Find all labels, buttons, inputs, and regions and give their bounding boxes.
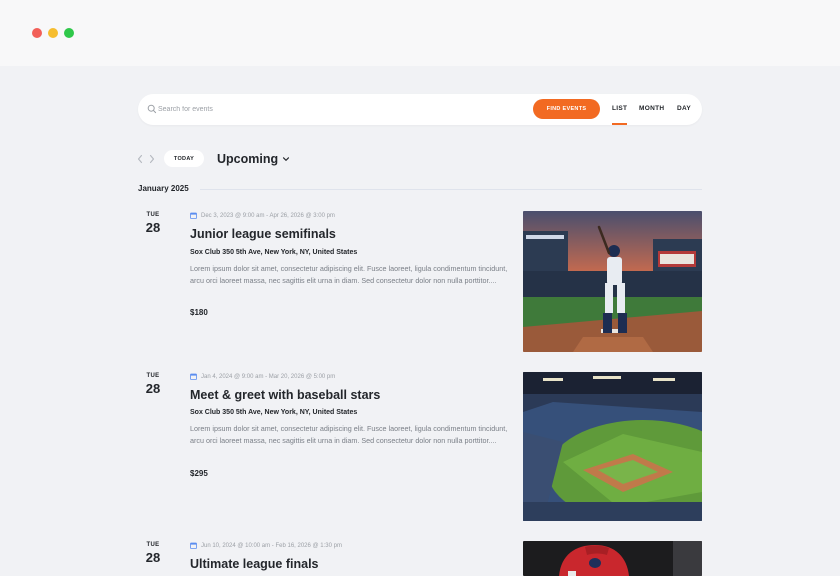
event-day-of-week: TUE [146, 212, 160, 218]
event-date-range: Jun 10, 2024 @ 10:00 am - Feb 16, 2026 @… [190, 542, 342, 549]
upcoming-range-dropdown[interactable]: Upcoming [217, 150, 290, 168]
maximize-window-button[interactable] [64, 28, 74, 38]
calendar-icon [190, 542, 197, 549]
event-title[interactable]: Meet & greet with baseball stars [190, 388, 380, 402]
event-description: Lorem ipsum dolor sit amet, consectetur … [190, 424, 508, 445]
month-separator-label: January 2025 [138, 184, 189, 193]
event-item: TUE 28 Jun 10, 2024 @ 10:00 am - Feb 16,… [138, 541, 702, 576]
tab-day[interactable]: DAY [677, 105, 691, 112]
today-button[interactable]: TODAY [164, 150, 204, 167]
event-venue: Sox Club 350 5th Ave, New York, NY, Unit… [190, 409, 358, 416]
minimize-window-button[interactable] [48, 28, 58, 38]
range-label: Upcoming [217, 152, 279, 166]
event-venue: Sox Club 350 5th Ave, New York, NY, Unit… [190, 249, 358, 256]
event-item: TUE 28 Dec 3, 2023 @ 9:00 am - Apr 26, 2… [138, 211, 702, 352]
event-date-text: Dec 3, 2023 @ 9:00 am - Apr 26, 2026 @ 3… [201, 212, 335, 219]
month-separator-rule [200, 189, 702, 190]
event-day-number: 28 [145, 550, 161, 565]
event-item: TUE 28 Jan 4, 2024 @ 9:00 am - Mar 20, 2… [138, 372, 702, 521]
event-date-range: Dec 3, 2023 @ 9:00 am - Apr 26, 2026 @ 3… [190, 212, 335, 219]
event-price: $180 [190, 308, 208, 317]
tab-month[interactable]: MONTH [639, 105, 664, 112]
chevron-down-icon [283, 157, 290, 161]
tab-list[interactable]: LIST [612, 105, 627, 112]
active-tab-indicator [612, 123, 627, 125]
search-input[interactable] [158, 102, 518, 117]
event-image[interactable] [523, 372, 702, 521]
window-titlebar [0, 0, 840, 66]
chevron-right-icon[interactable] [148, 154, 156, 164]
find-events-button[interactable]: FIND EVENTS [533, 99, 600, 119]
event-day-number: 28 [145, 220, 161, 235]
event-image[interactable] [523, 541, 702, 576]
baseball-player-helmet-photo [523, 541, 702, 576]
event-date-text: Jun 10, 2024 @ 10:00 am - Feb 16, 2026 @… [201, 542, 342, 549]
event-day-of-week: TUE [146, 542, 160, 548]
chevron-left-icon[interactable] [136, 154, 144, 164]
search-icon [147, 104, 157, 114]
close-window-button[interactable] [32, 28, 42, 38]
event-day-number: 28 [145, 381, 161, 396]
event-image[interactable] [523, 211, 702, 352]
event-date-text: Jan 4, 2024 @ 9:00 am - Mar 20, 2026 @ 5… [201, 373, 336, 380]
event-description: Lorem ipsum dolor sit amet, consectetur … [190, 264, 508, 285]
baseball-stadium-photo [523, 372, 702, 521]
event-title[interactable]: Ultimate league finals [190, 557, 319, 571]
event-date-range: Jan 4, 2024 @ 9:00 am - Mar 20, 2026 @ 5… [190, 373, 335, 380]
event-day-of-week: TUE [146, 373, 160, 379]
calendar-icon [190, 212, 197, 219]
event-title[interactable]: Junior league semifinals [190, 227, 336, 241]
baseball-batter-photo [523, 211, 702, 352]
event-price: $295 [190, 469, 208, 478]
calendar-icon [190, 373, 197, 380]
